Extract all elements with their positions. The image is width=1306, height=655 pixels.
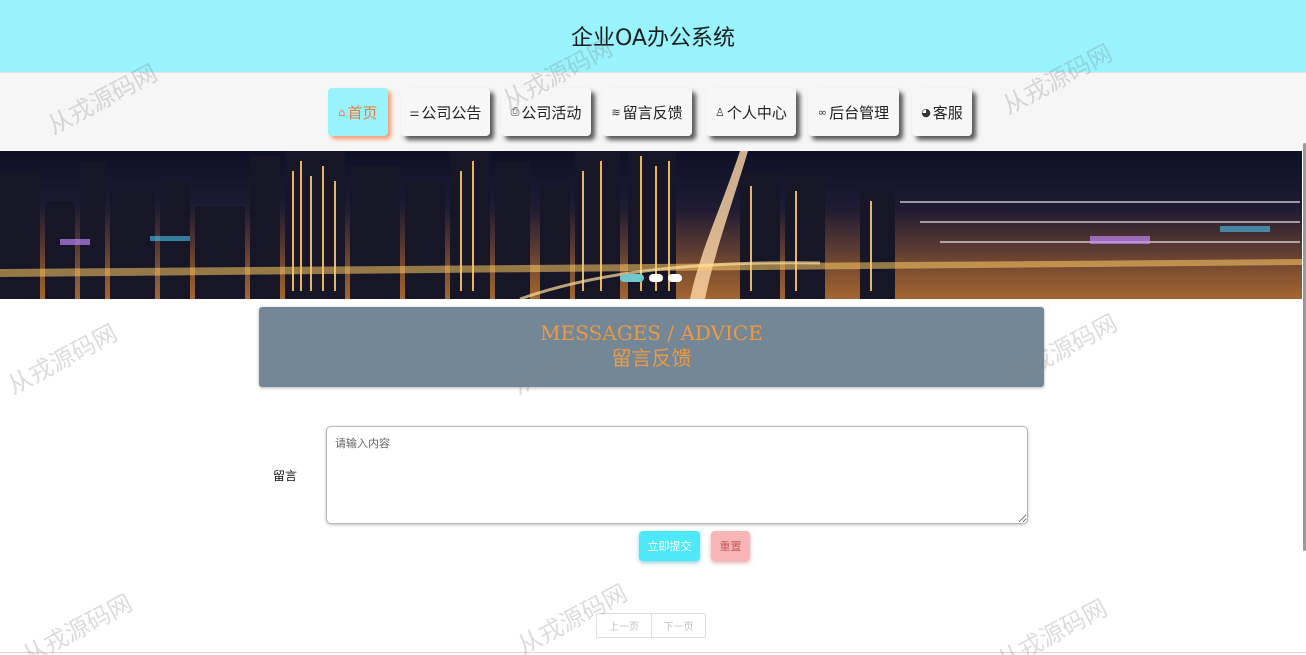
nav-item-service[interactable]: ◕ 客服 [912,88,972,136]
nav-item-activities[interactable]: ⎙ 公司活动 [501,88,591,136]
nav-item-home[interactable]: ⌂ 首页 [328,88,388,136]
home-icon: ⌂ [338,105,346,119]
reset-button[interactable]: 重置 [711,531,750,561]
nav-item-admin[interactable]: ∞ 后台管理 [808,88,899,136]
link-icon: ∞ [817,105,828,119]
pagination: 上一页 下一页 [596,613,706,638]
nav-bar: ⌂ 首页 ⚌ 公司公告 ⎙ 公司活动 ≋ 留言反馈 ♙ 个人中心 ∞ 后台管理 … [0,72,1306,151]
carousel-dot[interactable] [668,274,682,282]
carousel-dot[interactable] [620,274,644,282]
section-title-cn: 留言反馈 [611,346,692,370]
carousel-indicators [620,274,682,282]
submit-button[interactable]: 立即提交 [639,531,700,561]
watermark: 从戎源码网 [17,588,137,655]
layers-icon: ≋ [611,105,621,119]
top-header: 企业OA办公系统 [0,0,1306,72]
printer-icon: ⎙ [510,105,520,118]
message-textarea[interactable] [326,426,1028,524]
watermark: 从戎源码网 [2,318,122,401]
carousel-dot[interactable] [649,274,663,282]
page-title: 企业OA办公系统 [571,26,735,51]
nav-item-feedback[interactable]: ≋ 留言反馈 [602,88,692,136]
nav-item-label: 公司活动 [521,103,582,122]
sliders-icon: ⚌ [409,105,420,119]
nav-item-label: 个人中心 [726,103,787,122]
section-title-en: MESSAGES / ADVICE [540,321,763,345]
next-page-button[interactable]: 下一页 [651,614,705,637]
nav-item-label: 客服 [932,103,963,122]
user-icon: ♙ [715,105,725,119]
nav-item-profile[interactable]: ♙ 个人中心 [706,88,796,136]
nav-item-label: 后台管理 [829,103,890,122]
nav-item-label: 留言反馈 [622,103,683,122]
service-icon: ◕ [921,105,931,119]
message-label: 留言 [273,469,298,483]
watermark: 从戎源码网 [992,593,1112,655]
nav-item-announcements[interactable]: ⚌ 公司公告 [401,88,490,136]
banner-carousel[interactable] [0,151,1302,299]
nav-item-label: 首页 [347,103,378,122]
divider [0,652,1306,653]
section-header: MESSAGES / ADVICE 留言反馈 [259,307,1044,387]
nav-item-label: 公司公告 [421,103,482,122]
prev-page-button[interactable]: 上一页 [597,614,651,637]
